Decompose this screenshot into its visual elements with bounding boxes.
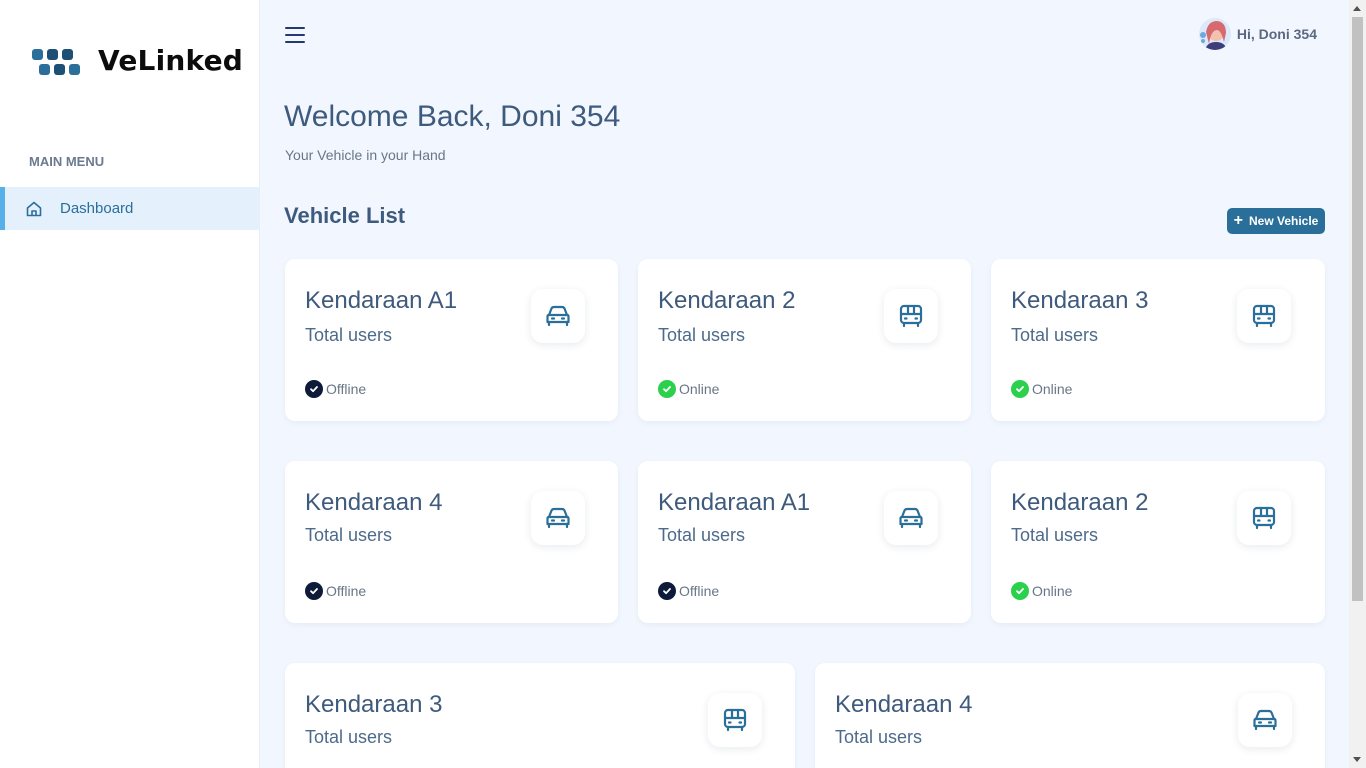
status-text: Online <box>1032 583 1073 599</box>
sidebar: VeLinked MAIN MENU Dashboard <box>0 0 260 768</box>
status-text: Offline <box>326 583 367 599</box>
bus-icon <box>708 693 762 747</box>
vehicle-name: Kendaraan 2 <box>658 287 796 314</box>
scroll-up-icon[interactable] <box>1353 6 1361 11</box>
status-indicator: Offline <box>305 380 366 398</box>
vehicle-name: Kendaraan 3 <box>1011 287 1149 314</box>
new-vehicle-button[interactable]: + New Vehicle <box>1227 208 1325 234</box>
scrollbar-thumb[interactable] <box>1352 17 1363 601</box>
page-subtitle: Your Vehicle in your Hand <box>285 147 446 163</box>
sidebar-item-dashboard[interactable]: Dashboard <box>0 187 259 230</box>
logo-mark-icon <box>32 45 88 75</box>
check-circle-icon <box>1011 582 1029 600</box>
car-icon <box>531 491 585 545</box>
plus-icon: + <box>1233 212 1243 229</box>
check-circle-icon <box>658 380 676 398</box>
sidebar-item-label: Dashboard <box>60 200 134 217</box>
user-menu[interactable]: Hi, Doni 354 <box>1198 18 1317 50</box>
vehicle-name: Kendaraan 4 <box>305 489 443 516</box>
home-icon <box>25 200 43 218</box>
vehicle-card[interactable]: Kendaraan 2 Total users Online <box>991 461 1325 623</box>
check-circle-icon <box>1011 380 1029 398</box>
bus-icon <box>1237 491 1291 545</box>
vehicle-card[interactable]: Kendaraan 3 Total users Online <box>991 259 1325 421</box>
vehicle-sub: Total users <box>305 525 393 545</box>
vehicle-sub: Total users <box>1011 525 1099 545</box>
brand-logo[interactable]: VeLinked <box>32 42 243 78</box>
bus-icon <box>884 289 938 343</box>
bus-icon <box>1237 289 1291 343</box>
status-indicator: Online <box>658 380 719 398</box>
vehicle-sub: Total users <box>1011 325 1099 345</box>
status-indicator: Online <box>1011 582 1072 600</box>
status-text: Online <box>679 381 720 397</box>
brand-name: VeLinked <box>98 43 244 77</box>
vehicle-sub: Total users <box>658 325 746 345</box>
vehicle-name: Kendaraan A1 <box>658 489 811 516</box>
status-indicator: Online <box>1011 380 1072 398</box>
section-title: Vehicle List <box>284 203 406 228</box>
vehicle-card[interactable]: Kendaraan 4 Total users <box>815 663 1325 768</box>
scroll-down-icon[interactable] <box>1353 757 1361 762</box>
check-circle-icon <box>305 582 323 600</box>
avatar <box>1198 18 1231 50</box>
vehicle-card[interactable]: Kendaraan 2 Total users Online <box>638 259 971 421</box>
vehicle-name: Kendaraan 3 <box>305 691 443 718</box>
check-circle-icon <box>658 582 676 600</box>
vehicle-name: Kendaraan 2 <box>1011 489 1149 516</box>
vehicle-card[interactable]: Kendaraan A1 Total users Offline <box>638 461 971 623</box>
status-indicator: Offline <box>305 582 366 600</box>
car-icon <box>531 289 585 343</box>
vehicle-sub: Total users <box>305 325 393 345</box>
menu-toggle-button[interactable] <box>285 27 305 45</box>
user-greeting: Hi, Doni 354 <box>1236 26 1317 42</box>
menu-title: MAIN MENU <box>29 154 105 169</box>
vehicle-sub: Total users <box>305 727 393 747</box>
vehicle-sub: Total users <box>658 525 746 545</box>
vehicle-card[interactable]: Kendaraan 4 Total users Offline <box>285 461 618 623</box>
status-text: Offline <box>679 583 720 599</box>
new-vehicle-label: New Vehicle <box>1248 214 1319 228</box>
page-scrollbar[interactable] <box>1349 0 1366 768</box>
vehicle-card[interactable]: Kendaraan A1 Total users Offline <box>285 259 618 421</box>
car-icon <box>1238 693 1292 747</box>
page-title: Welcome Back, Doni 354 <box>284 100 621 133</box>
check-circle-icon <box>305 380 323 398</box>
status-text: Online <box>1032 381 1073 397</box>
status-indicator: Offline <box>658 582 719 600</box>
car-icon <box>884 491 938 545</box>
status-text: Offline <box>326 381 367 397</box>
vehicle-card[interactable]: Kendaraan 3 Total users <box>285 663 795 768</box>
vehicle-name: Kendaraan 4 <box>835 691 973 718</box>
vehicle-name: Kendaraan A1 <box>305 287 458 314</box>
vehicle-sub: Total users <box>835 727 923 747</box>
